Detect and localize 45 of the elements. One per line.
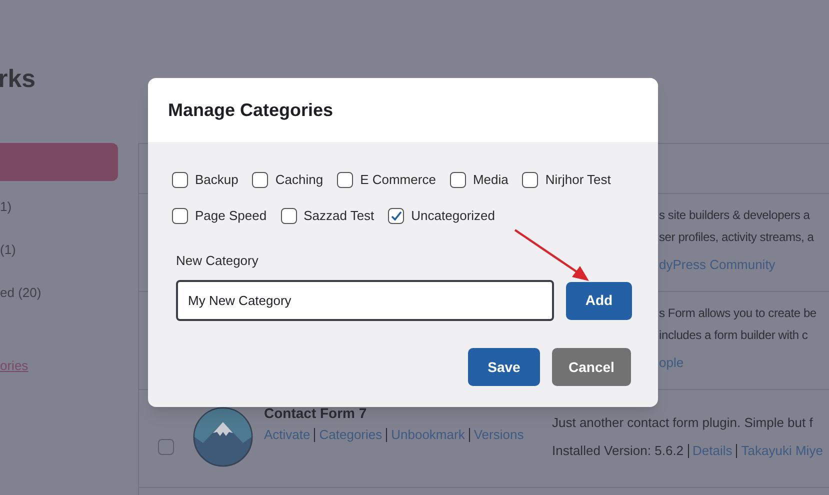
category-label: Sazzad Test [304, 207, 374, 225]
category-label: Nirjhor Test [545, 171, 611, 189]
checkbox[interactable] [172, 208, 188, 224]
checkbox[interactable] [280, 208, 297, 224]
details-link[interactable]: Details [692, 442, 732, 460]
dialog-title: Manage Categories [168, 98, 334, 122]
plugin-description: ser profiles, activity streams, a [659, 229, 815, 246]
dialog-button[interactable]: Save [468, 348, 540, 386]
page-title: rks [0, 64, 37, 94]
dialog-button[interactable]: Cancel [552, 348, 631, 386]
category-label: Backup [195, 171, 238, 189]
checkmark-icon [390, 211, 402, 221]
checkbox[interactable] [172, 172, 188, 188]
action-link[interactable]: Versions [474, 426, 524, 444]
sidebar-item[interactable]: (1) [0, 240, 16, 260]
plugin-name: Contact Form 7 [264, 404, 368, 422]
plugin-description: Just another contact form plugin. Simple but f [552, 414, 814, 432]
author-link[interactable]: dyPress Community [659, 256, 829, 274]
sidebar-item[interactable]: 1) [0, 197, 12, 217]
category-label: Caching [275, 171, 324, 189]
add-button[interactable]: Add [566, 282, 632, 320]
mountain-logo-icon [193, 407, 253, 467]
author-link[interactable]: Takayuki Miye [741, 442, 823, 460]
sidebar-link[interactable]: ories [0, 357, 28, 375]
new-category-input[interactable]: My New Category [176, 280, 554, 321]
category-label: Uncategorized [411, 207, 495, 225]
checkbox[interactable] [450, 172, 466, 188]
checkbox[interactable] [522, 172, 538, 188]
checkbox[interactable] [337, 172, 354, 188]
field-label: New Category [176, 252, 260, 270]
checkbox[interactable] [158, 438, 174, 454]
action-link[interactable]: Activate [264, 426, 310, 444]
sidebar-item[interactable]: ed (20) [0, 283, 42, 303]
checkbox[interactable] [252, 172, 268, 188]
plugin-description: includes a form builder with c [659, 327, 809, 344]
category-label: Page Speed [195, 207, 267, 225]
plugin-description: s Form allows you to create be [659, 305, 818, 322]
category-label: Media [472, 171, 508, 189]
category-label: E Commerce [360, 171, 436, 189]
plugin-description: s site builders & developers a [659, 207, 811, 224]
action-link[interactable]: Unbookmark [391, 426, 465, 444]
version-text: Installed Version: 5.6.2 [552, 442, 684, 460]
checkbox[interactable] [388, 208, 404, 224]
author-link[interactable]: ople [659, 354, 829, 372]
action-link[interactable]: Categories [319, 426, 382, 444]
